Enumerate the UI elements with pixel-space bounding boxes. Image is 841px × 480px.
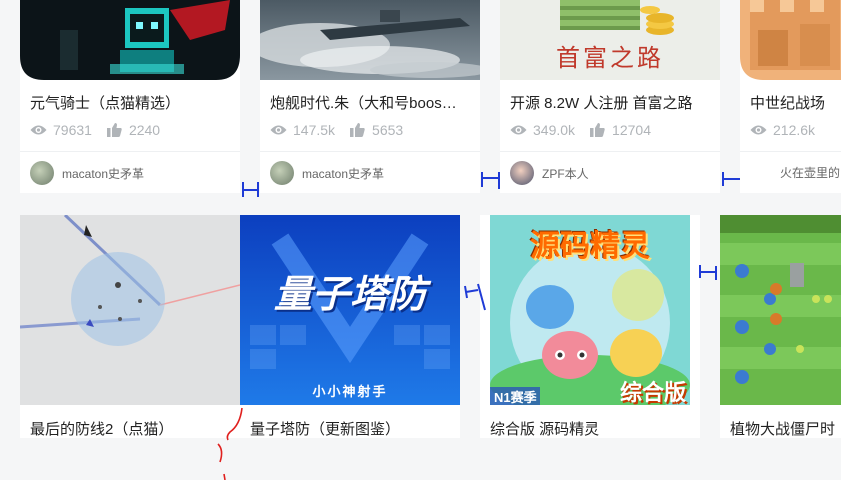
project-card-zhiwu-dazhan[interactable]: 植物大战僵尸时 [720, 215, 841, 438]
project-card-yuanqi-qishi[interactable]: 元气骑士（点猫精选） 79631 2240 macaton史矛革 [20, 0, 240, 193]
project-stats: 79631 2240 [30, 122, 174, 138]
project-author[interactable]: 火在壶里的 [780, 164, 840, 181]
project-title[interactable]: 最后的防线2（点猫） [30, 418, 232, 438]
project-thumbnail[interactable]: 量子塔防 小小神射手 [240, 215, 460, 405]
like-count: 5653 [372, 122, 404, 138]
card-divider [20, 151, 240, 152]
spacing-bracket-mark [699, 265, 717, 280]
avatar[interactable] [270, 161, 294, 185]
thumbs-up-icon[interactable] [589, 123, 606, 137]
castle-artwork [740, 0, 841, 80]
project-thumbnail[interactable] [740, 0, 841, 80]
author-name[interactable]: 火在壶里的 [780, 164, 840, 181]
project-card-zhongshiji-zhanchang[interactable]: 中世纪战场 212.6k 火在壶里的 [740, 0, 841, 193]
spacing-bracket-mark [481, 172, 500, 189]
spacing-bracket-mark [722, 172, 740, 186]
project-author[interactable]: macaton史矛革 [270, 161, 384, 185]
project-stats: 147.5k 5653 [270, 122, 417, 138]
like-count: 2240 [128, 122, 161, 138]
eye-icon [510, 125, 527, 135]
view-count: 212.6k [773, 122, 816, 138]
defense-game-artwork [20, 215, 240, 346]
project-title[interactable]: 炮舰时代.朱（大和号boos… [270, 92, 472, 113]
author-name[interactable]: ZPF本人 [542, 165, 589, 182]
eye-icon [270, 125, 287, 135]
card-divider [500, 151, 720, 152]
view-count: 79631 [53, 122, 92, 138]
thumbs-up-icon[interactable] [106, 123, 123, 137]
project-title[interactable]: 中世纪战场 [750, 92, 841, 113]
project-author[interactable]: macaton史矛革 [30, 161, 144, 185]
warship-artwork [260, 0, 480, 80]
thumbnail-subtitle: 小小神射手 [312, 384, 388, 399]
thumbs-up-icon[interactable] [349, 123, 366, 137]
thumbnail-caption: 首富之路 [556, 44, 664, 72]
author-name[interactable]: macaton史矛革 [62, 165, 144, 182]
eye-icon [750, 125, 767, 135]
project-thumbnail[interactable] [720, 215, 841, 405]
plants-lawn-artwork [720, 215, 841, 384]
project-thumbnail[interactable] [20, 215, 240, 405]
pixel-knight-artwork [20, 0, 240, 80]
thumbnail-game-title: 量子塔防 [273, 274, 426, 316]
project-title[interactable]: 综合版 源码精灵 [490, 418, 692, 438]
view-count: 349.0k [533, 122, 576, 138]
project-stats: 212.6k [750, 122, 829, 138]
project-stats: 349.0k 12704 [510, 122, 665, 138]
spacing-bracket-mark [242, 182, 259, 197]
thumbnail-corner-text: N1赛季 [494, 390, 537, 405]
avatar[interactable] [30, 161, 54, 185]
eye-icon [30, 125, 47, 135]
project-card-shoufu-zhilu[interactable]: 首富之路 开源 8.2W 人注册 首富之路 349.0k 12704 ZPF本人 [500, 0, 720, 193]
thumbnail-edition-text: 综合版 [619, 380, 686, 405]
view-count: 147.5k [293, 122, 336, 138]
avatar[interactable] [510, 161, 534, 185]
project-title[interactable]: 元气骑士（点猫精选） [30, 92, 232, 113]
project-thumbnail[interactable] [20, 0, 240, 80]
card-divider [740, 151, 841, 152]
project-card-paojian-shidai[interactable]: 炮舰时代.朱（大和号boos… 147.5k 5653 macaton史矛革 [260, 0, 480, 193]
project-thumbnail[interactable] [260, 0, 480, 80]
card-divider [260, 151, 480, 152]
project-card-liangzi-tafang[interactable]: 量子塔防 小小神射手 量子塔防（更新图鉴） [240, 215, 460, 438]
project-title[interactable]: 植物大战僵尸时 [730, 418, 841, 438]
project-thumbnail[interactable]: 源码精灵 N1赛季 综合版 [490, 215, 690, 405]
project-thumbnail[interactable]: 首富之路 [500, 0, 720, 80]
thumbnail-game-title: 源码精灵 [530, 230, 650, 263]
project-card-zuihou-fangxian[interactable]: 最后的防线2（点猫） [20, 215, 240, 438]
project-title[interactable]: 开源 8.2W 人注册 首富之路 [510, 92, 712, 113]
project-author[interactable]: ZPF本人 [510, 161, 589, 185]
author-name[interactable]: macaton史矛革 [302, 165, 384, 182]
project-card-yuanma-jingling[interactable]: 源码精灵 N1赛季 综合版 综合版 源码精灵 [480, 215, 700, 438]
project-title[interactable]: 量子塔防（更新图鉴） [250, 418, 452, 438]
like-count: 12704 [612, 122, 651, 138]
